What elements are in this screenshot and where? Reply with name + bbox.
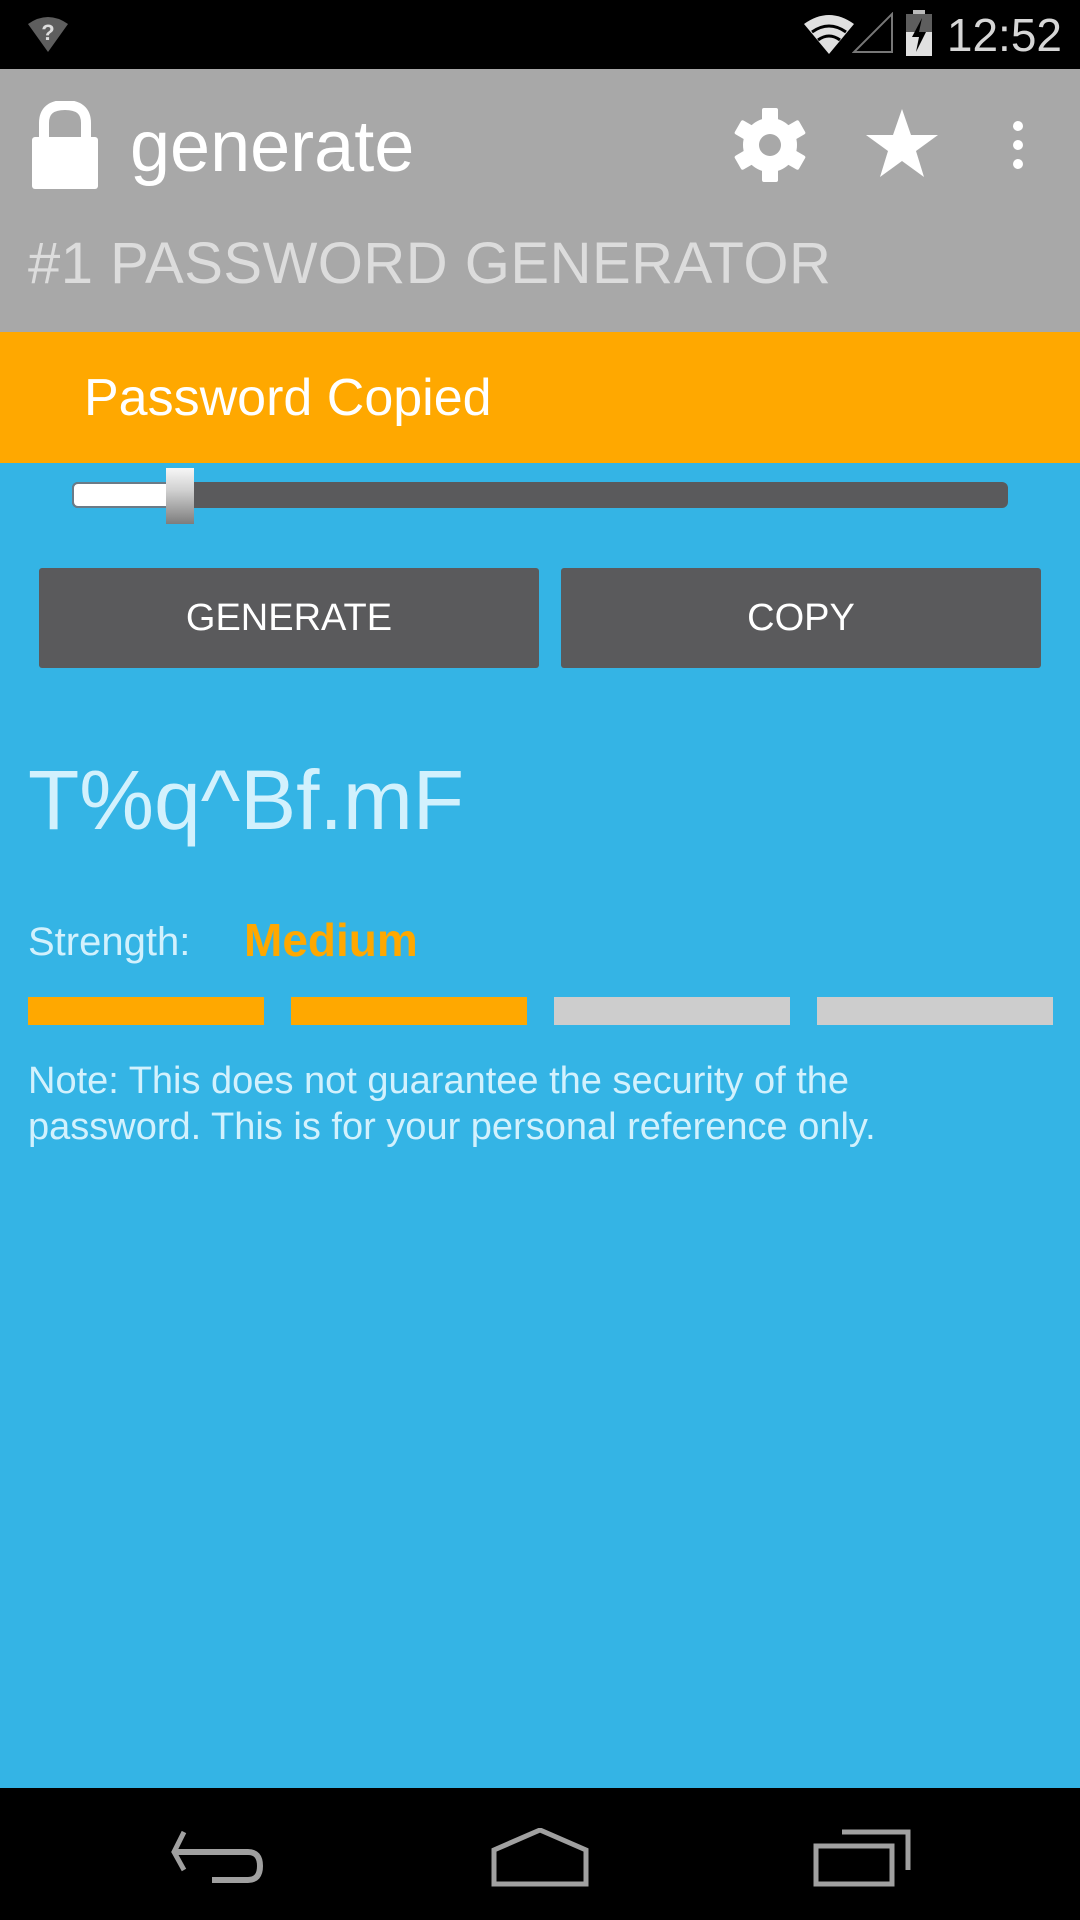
strength-segment-1 xyxy=(28,997,264,1025)
strength-segment-2 xyxy=(291,997,527,1025)
signal-icon xyxy=(852,12,893,53)
app-title: generate xyxy=(130,107,415,187)
recents-icon[interactable] xyxy=(812,1828,912,1888)
lock-icon xyxy=(32,101,98,189)
strength-segment-3 xyxy=(554,997,790,1025)
navigation-bar xyxy=(0,1788,1080,1920)
overflow-menu-icon[interactable] xyxy=(1006,121,1030,169)
back-icon[interactable] xyxy=(170,1828,270,1888)
slider-fill xyxy=(72,482,172,508)
status-bar: ? 12:52 xyxy=(0,0,1080,69)
clock: 12:52 xyxy=(946,9,1062,61)
length-slider[interactable] xyxy=(72,468,1008,524)
home-icon[interactable] xyxy=(490,1828,590,1888)
generate-button[interactable]: GENERATE xyxy=(39,568,539,668)
app-subtitle: #1 PASSWORD GENERATOR xyxy=(28,231,832,296)
strength-label: Strength: xyxy=(28,920,191,964)
disclaimer-note: Note: This does not guarantee the securi… xyxy=(28,1060,876,1148)
star-icon[interactable] xyxy=(866,107,938,179)
slider-track[interactable] xyxy=(72,482,1008,508)
toast-banner: Password Copied xyxy=(0,332,1080,463)
strength-segment-4 xyxy=(817,997,1053,1025)
slider-thumb[interactable] xyxy=(166,468,194,524)
wifi-unknown-icon: ? xyxy=(28,17,68,52)
svg-text:?: ? xyxy=(41,20,54,45)
wifi-icon xyxy=(804,15,854,54)
strength-value: Medium xyxy=(244,914,418,966)
copy-button[interactable]: COPY xyxy=(561,568,1041,668)
settings-icon[interactable] xyxy=(733,107,807,183)
action-bar: generate #1 PASSWORD GENERATOR xyxy=(0,69,1080,332)
battery-charging-icon xyxy=(906,10,932,56)
toast-message: Password Copied xyxy=(84,369,492,427)
generated-password: T%q^Bf.mF xyxy=(28,753,465,847)
